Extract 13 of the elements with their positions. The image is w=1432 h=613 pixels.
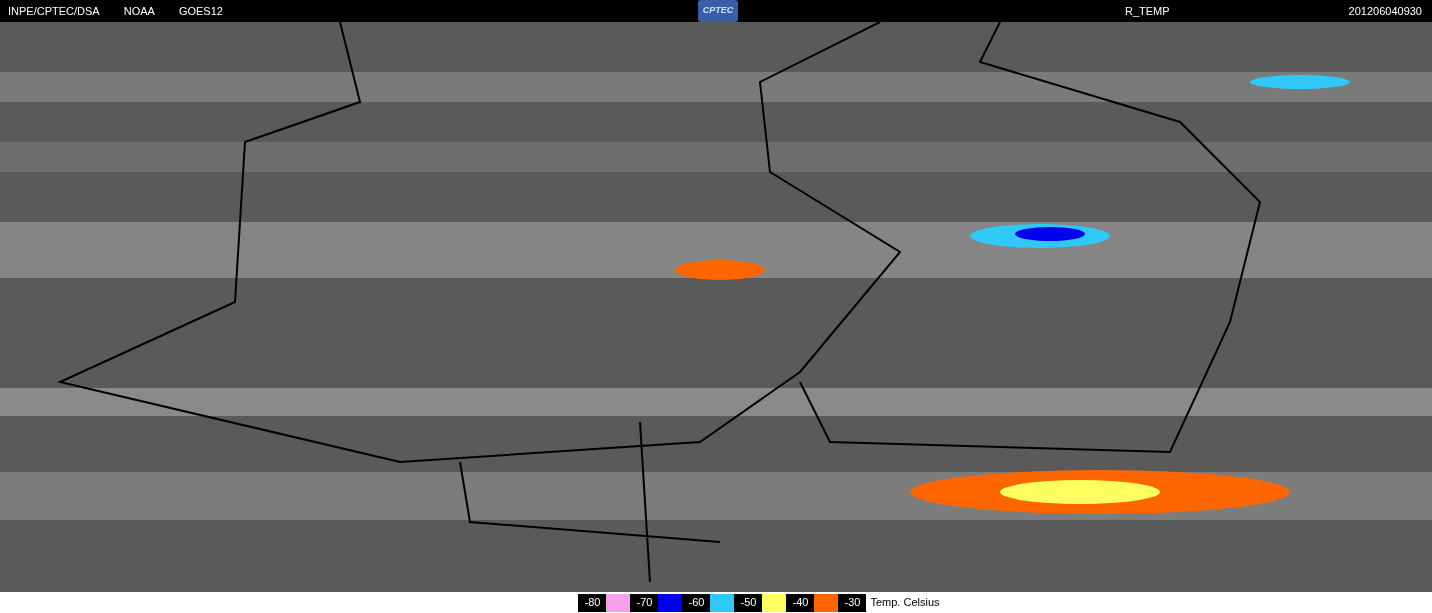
- legend-label: -50: [734, 593, 763, 612]
- timestamp: 201206040930: [1348, 3, 1422, 19]
- legend-label: -70: [630, 593, 659, 612]
- legend-unit: Temp. Celsius: [870, 595, 940, 611]
- legend-label: -80: [578, 593, 607, 612]
- header-label: NOAA: [123, 3, 155, 19]
- legend-label: -40: [786, 593, 815, 612]
- header-label: GOES12: [178, 3, 223, 19]
- header-label: INPE/CPTEC/DSA: [8, 3, 100, 19]
- legend-label: -60: [682, 593, 711, 612]
- logo: CPTEC: [698, 0, 738, 22]
- product-label: R_TEMP: [1125, 3, 1170, 19]
- legend-label: -30: [838, 593, 867, 612]
